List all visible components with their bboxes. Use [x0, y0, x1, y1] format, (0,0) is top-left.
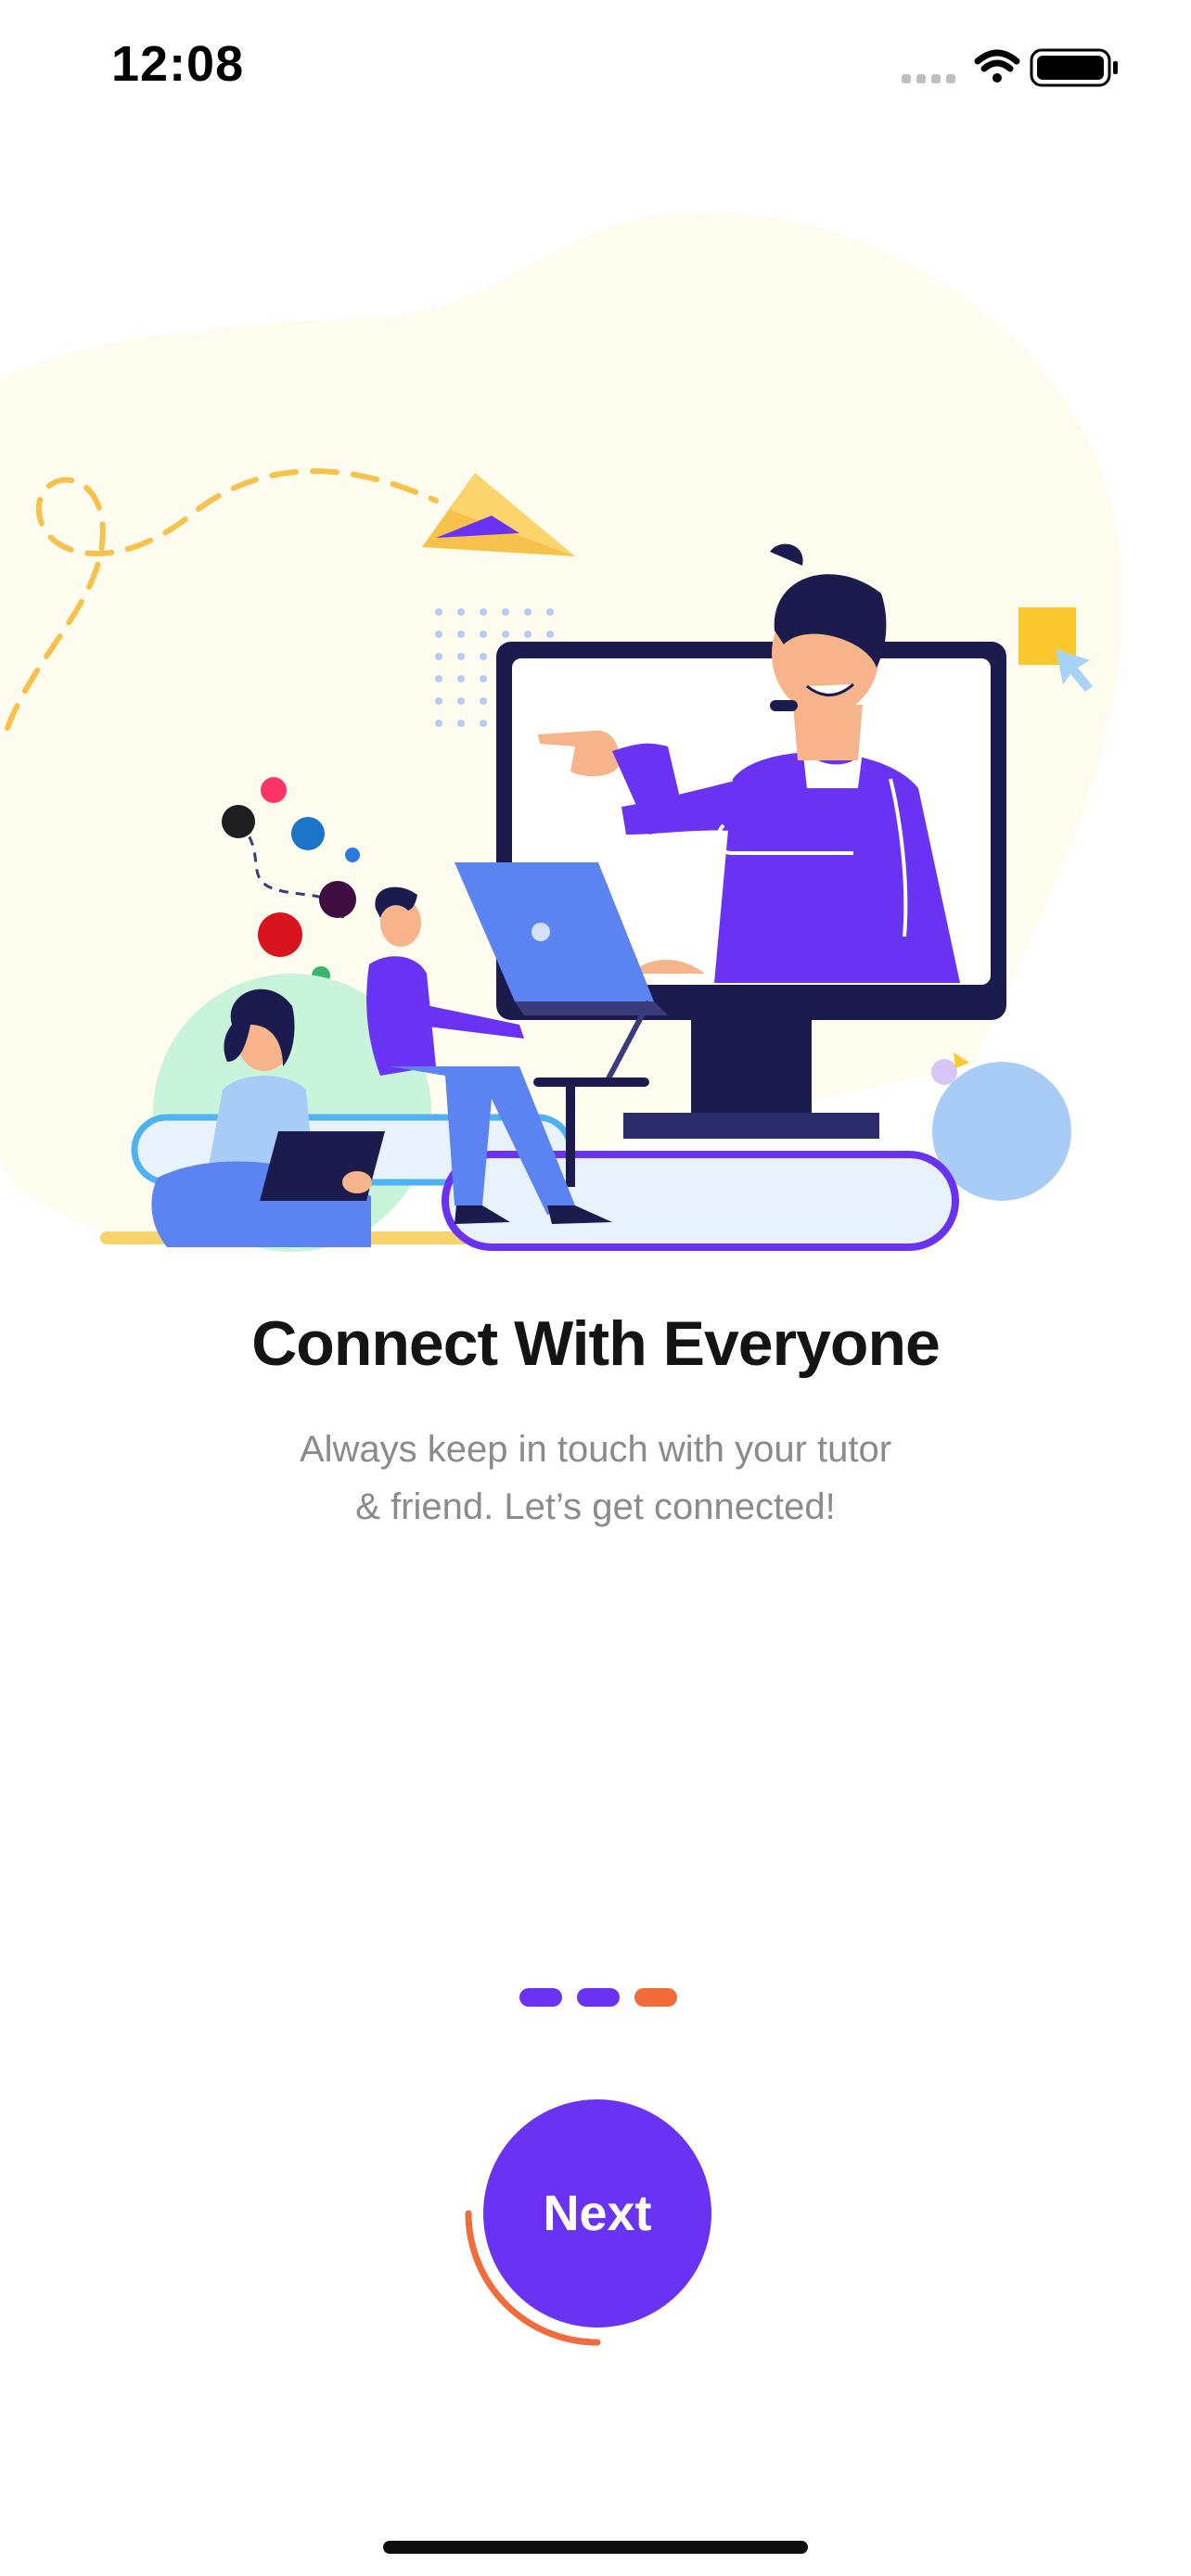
slack-icon [319, 881, 356, 918]
figma-icon [222, 805, 255, 838]
page-indicator [519, 1988, 677, 2009]
status-icons-svg [902, 48, 1118, 87]
page-dot-1[interactable] [519, 1988, 562, 2007]
subtitle-line-2: & friend. Let’s get connected! [355, 1486, 836, 1527]
onboarding-title: Connect With Everyone [251, 1308, 941, 1379]
battery-icon [1030, 48, 1118, 87]
trello-icon [291, 817, 325, 850]
next-button-container: Next [445, 2086, 742, 2383]
next-button[interactable]: Next [483, 2099, 711, 2327]
wifi-icon [974, 49, 1020, 83]
onboarding-illustration [0, 210, 1123, 1252]
invision-icon [261, 777, 287, 803]
cellular-signal-icon [902, 74, 955, 83]
status-bar: 12:08 [0, 0, 1191, 139]
creative-cloud-icon [258, 912, 302, 957]
onboarding-subtitle: Always keep in touch with your tutor & f… [224, 1421, 967, 1536]
status-icons [902, 46, 1124, 89]
status-time: 12:08 [111, 36, 245, 92]
page-dot-3-active[interactable] [634, 1988, 677, 2007]
page-dot-2[interactable] [577, 1988, 620, 2007]
home-indicator [383, 2541, 808, 2554]
dropbox-icon [345, 848, 360, 862]
subtitle-line-1: Always keep in touch with your tutor [299, 1429, 892, 1470]
